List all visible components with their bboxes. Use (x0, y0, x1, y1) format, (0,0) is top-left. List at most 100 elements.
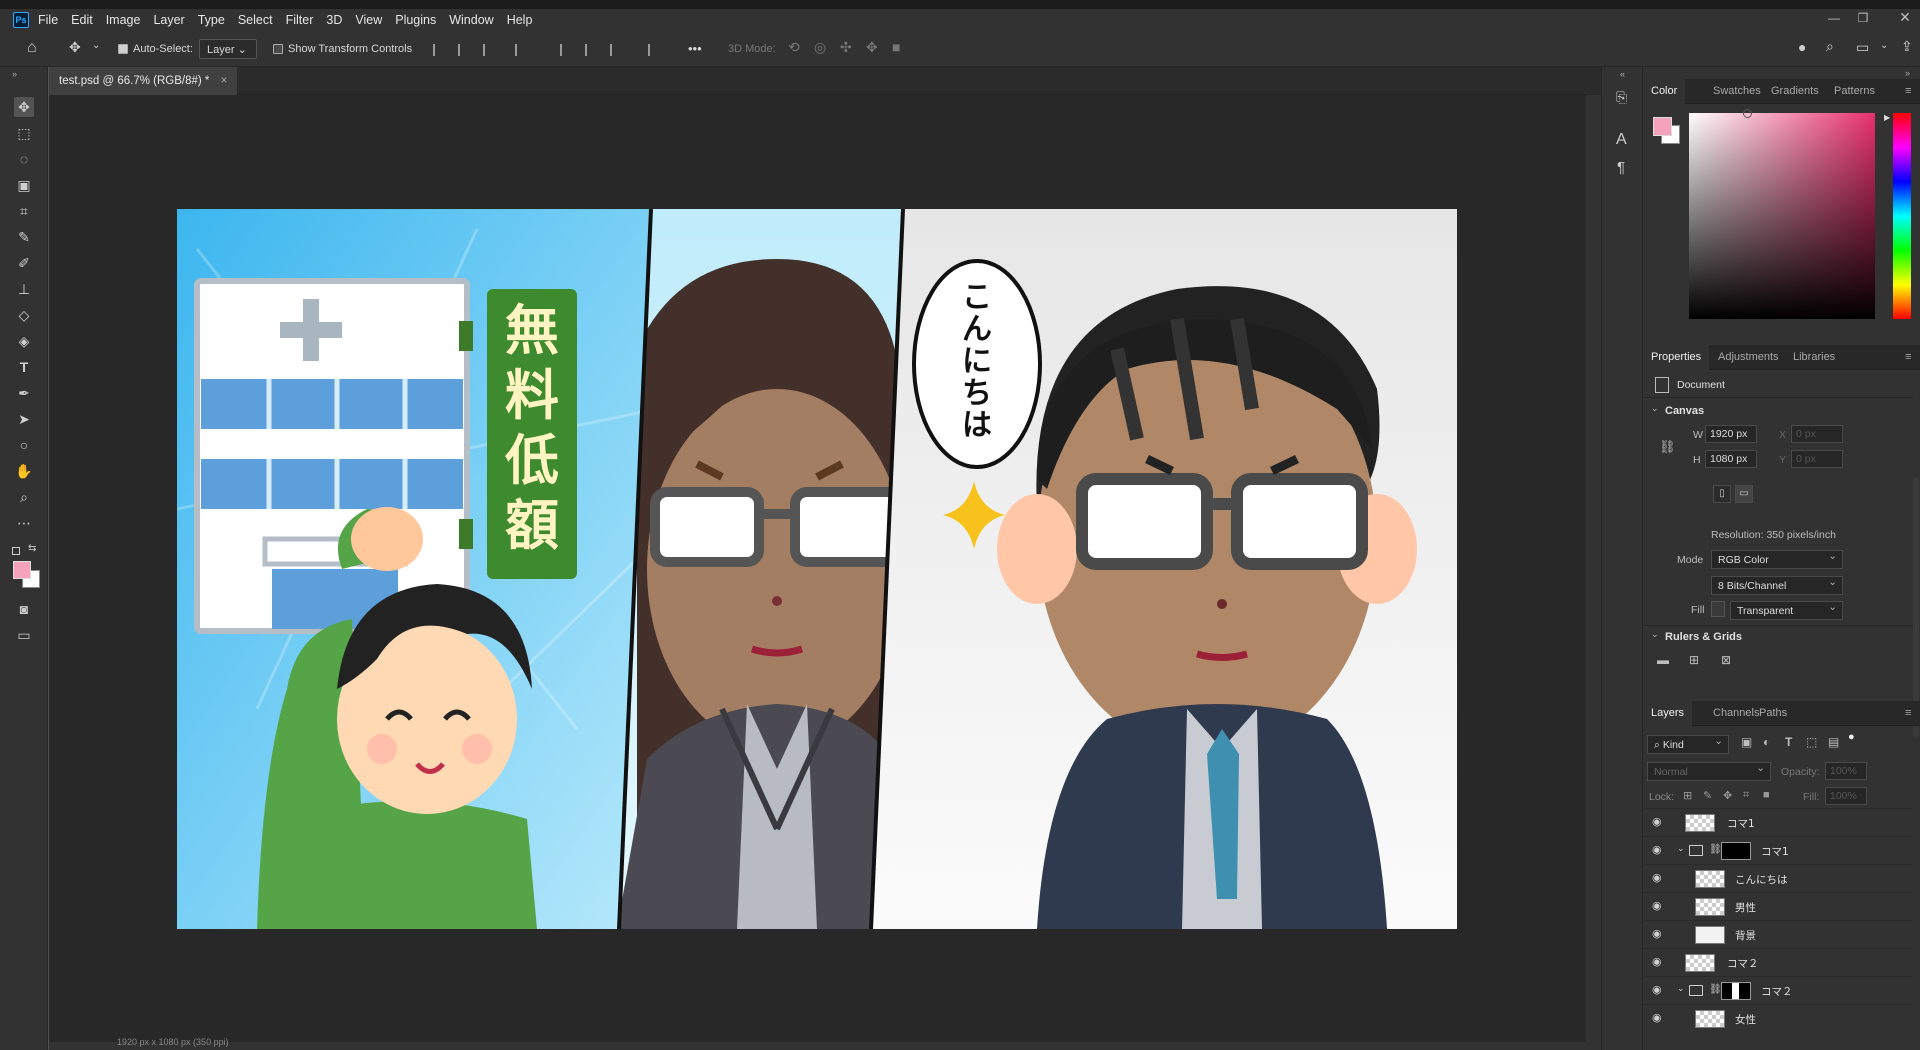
group-mask-thumbnail[interactable] (1721, 842, 1751, 860)
quick-mask-icon[interactable]: ◙ (14, 599, 34, 619)
3d-camera-icon[interactable]: ■ (892, 39, 900, 55)
color-mode-dropdown[interactable]: RGB Color (1711, 550, 1843, 569)
workspace-icon[interactable]: ▭ (1856, 39, 1869, 56)
canvas-section-chevron-icon[interactable]: ⌄ (1651, 403, 1659, 414)
path-select-tool-icon[interactable]: ➤ (14, 409, 34, 429)
link-dimensions-icon[interactable]: ⛓ (1659, 439, 1676, 455)
mask-link-icon[interactable]: ⛓ (1709, 984, 1722, 995)
filter-toggle-icon[interactable]: ● (1848, 731, 1855, 743)
screen-mode-icon[interactable]: ▭ (14, 625, 34, 645)
layer-filter-kind-dropdown[interactable]: ⌕ Kind (1647, 735, 1729, 754)
align-right-icon[interactable] (483, 44, 497, 56)
grid-icon[interactable]: ⊞ (1689, 653, 1699, 667)
layer-row[interactable]: ◉ 女性 (1643, 1004, 1913, 1032)
color-picker-handle[interactable] (1743, 109, 1752, 118)
search-icon[interactable]: ⌕ (1826, 38, 1834, 55)
tab-color[interactable]: Color (1643, 79, 1686, 104)
marquee-tool-icon[interactable]: ⬚ (14, 123, 34, 143)
paragraph-panel-icon[interactable]: ¶ (1617, 159, 1625, 176)
visibility-eye-icon[interactable]: ◉ (1652, 873, 1666, 884)
lock-position-icon[interactable]: ✥ (1723, 789, 1732, 802)
properties-scrollbar[interactable] (1913, 477, 1919, 737)
3d-roll-icon[interactable]: ◎ (814, 39, 826, 56)
character-panel-icon[interactable]: A (1616, 131, 1627, 149)
panel-menu-collapse-icon[interactable]: » (1905, 68, 1910, 78)
align-left-icon[interactable] (433, 44, 447, 56)
align-center-icon[interactable] (458, 44, 472, 56)
landscape-orientation-icon[interactable]: ▭ (1735, 485, 1753, 503)
filter-adjustment-icon[interactable]: ◐ (1763, 735, 1770, 749)
menu-plugins[interactable]: Plugins (395, 13, 436, 27)
filter-smart-object-icon[interactable]: ▤ (1828, 735, 1839, 749)
bit-depth-dropdown[interactable]: 8 Bits/Channel (1711, 576, 1843, 595)
tab-layers[interactable]: Layers (1643, 701, 1693, 726)
swap-colors-icon[interactable]: ⇆ (28, 543, 36, 554)
properties-panel-menu-icon[interactable]: ≡ (1905, 345, 1911, 370)
layer-row[interactable]: ◉ コマ２ (1643, 948, 1913, 976)
history-icon[interactable]: ⎘ (1616, 89, 1627, 106)
tab-gradients[interactable]: Gradients (1771, 79, 1819, 104)
group-row[interactable]: ◉ ⌄ ⛓ コマ1 (1643, 836, 1913, 864)
distribute-icon[interactable] (515, 44, 529, 56)
menu-3d[interactable]: 3D (326, 13, 342, 27)
saturation-brightness-field[interactable] (1689, 113, 1875, 319)
more-tools-icon[interactable]: ⋯ (14, 513, 34, 533)
filter-pixel-icon[interactable]: ▣ (1741, 735, 1752, 749)
color-panel-menu-icon[interactable]: ≡ (1905, 79, 1911, 104)
guides-icon[interactable]: ⊠ (1721, 653, 1731, 667)
layers-panel-menu-icon[interactable]: ≡ (1905, 701, 1911, 726)
crop-tool-icon[interactable]: ⌗ (14, 201, 34, 221)
eyedropper-tool-icon[interactable]: ✎ (14, 227, 34, 247)
tab-patterns[interactable]: Patterns (1834, 79, 1875, 104)
close-window-button[interactable]: ✕ (1885, 9, 1920, 27)
x-field[interactable]: 0 px (1791, 425, 1843, 443)
ruler-icon[interactable]: ▬ (1657, 653, 1669, 667)
rulers-section-chevron-icon[interactable]: ⌄ (1651, 629, 1659, 640)
type-tool-icon[interactable]: T (14, 357, 34, 377)
more-options-button[interactable]: ••• (688, 41, 702, 56)
document-tab[interactable]: test.psd @ 66.7% (RGB/8#) * × (49, 67, 238, 95)
lock-artboard-icon[interactable]: ⌗ (1743, 789, 1749, 802)
eraser-tool-icon[interactable]: ◇ (14, 305, 34, 325)
paint-bucket-tool-icon[interactable]: ◈ (14, 331, 34, 351)
menu-type[interactable]: Type (198, 13, 225, 27)
lasso-tool-icon[interactable]: ◌ (14, 149, 34, 169)
menu-view[interactable]: View (355, 13, 382, 27)
menu-filter[interactable]: Filter (286, 13, 314, 27)
fill-opacity-field[interactable]: 100% (1825, 787, 1867, 805)
visibility-eye-icon[interactable]: ◉ (1652, 985, 1666, 996)
move-tool-preset-icon[interactable]: ✥ (69, 39, 81, 56)
color-panel-foreground-swatch[interactable] (1653, 117, 1672, 136)
height-field[interactable]: 1080 px (1705, 450, 1757, 468)
show-transform-checkbox[interactable] (273, 44, 283, 54)
layer-row[interactable]: ◉ 背景 (1643, 920, 1913, 948)
tab-adjustments[interactable]: Adjustments (1718, 345, 1779, 370)
lock-all-icon[interactable]: ■ (1763, 789, 1770, 801)
filter-shape-icon[interactable]: ⬚ (1806, 735, 1817, 749)
group-row[interactable]: ◉ ⌄ ⛓ コマ２ (1643, 976, 1913, 1004)
workspace-chevron-icon[interactable]: ⌄ (1880, 40, 1888, 51)
fill-dropdown[interactable]: Transparent (1730, 601, 1843, 620)
3d-pan-icon[interactable]: ✣ (840, 39, 852, 56)
move-tool-icon[interactable]: ✥ (14, 97, 34, 117)
chevron-down-icon[interactable]: ⌄ (92, 40, 100, 51)
stamp-tool-icon[interactable]: ⊥ (14, 279, 34, 299)
menu-window[interactable]: Window (449, 13, 493, 27)
menu-select[interactable]: Select (238, 13, 273, 27)
3d-slide-icon[interactable]: ✥ (866, 39, 878, 56)
menu-edit[interactable]: Edit (71, 13, 93, 27)
object-select-tool-icon[interactable]: ▣ (14, 175, 34, 195)
zoom-tool-icon[interactable]: ⌕ (14, 487, 34, 507)
visibility-eye-icon[interactable]: ◉ (1652, 1013, 1666, 1024)
tab-paths[interactable]: Paths (1759, 701, 1787, 726)
y-field[interactable]: 0 px (1791, 450, 1843, 468)
width-field[interactable]: 1920 px (1705, 425, 1757, 443)
menu-image[interactable]: Image (106, 13, 141, 27)
menu-help[interactable]: Help (507, 13, 533, 27)
lock-pixels-icon[interactable]: ✎ (1703, 789, 1712, 802)
ellipse-tool-icon[interactable]: ○ (14, 435, 34, 455)
default-colors-icon[interactable] (12, 547, 20, 555)
close-tab-icon[interactable]: × (221, 75, 228, 87)
group-mask-thumbnail[interactable] (1721, 982, 1751, 1000)
auto-select-target-dropdown[interactable]: Layer ⌄ (199, 39, 257, 59)
